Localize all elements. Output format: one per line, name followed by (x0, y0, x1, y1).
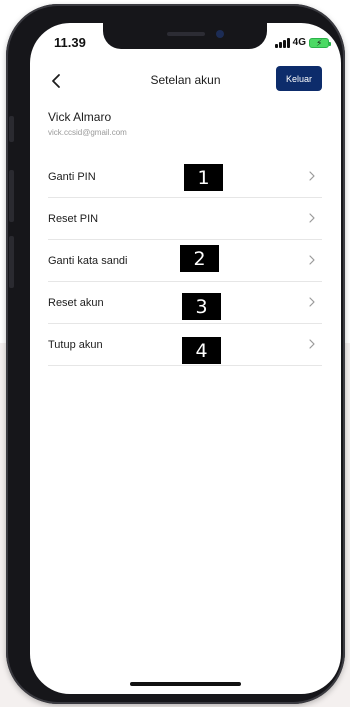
chevron-right-icon (309, 213, 315, 223)
annotation-badge-1: 1 (184, 164, 223, 191)
screen: 11.39 4G ⚡ Setelan akun Keluar Vick Alma… (30, 23, 341, 694)
profile-email: vick.ccsid@gmail.com (48, 128, 127, 137)
annotation-badge-2: 2 (180, 245, 219, 272)
mute-switch (9, 116, 14, 142)
chevron-right-icon (309, 171, 315, 181)
notch (103, 23, 267, 49)
battery-icon: ⚡ (309, 37, 331, 48)
volume-down-button (9, 236, 14, 288)
speaker (167, 32, 205, 36)
network-type: 4G (292, 37, 306, 48)
menu-item-label: Tutup akun (48, 338, 103, 351)
header: Setelan akun Keluar (30, 65, 341, 97)
profile-info: Vick Almaro vick.ccsid@gmail.com (48, 110, 127, 137)
phone-frame: 11.39 4G ⚡ Setelan akun Keluar Vick Alma… (6, 4, 345, 704)
charging-icon: ⚡ (316, 37, 323, 48)
status-indicators: 4G ⚡ (274, 37, 331, 48)
chevron-right-icon (309, 255, 315, 265)
annotation-badge-4: 4 (182, 337, 221, 364)
signal-icon (274, 37, 290, 48)
annotation-badge-3: 3 (182, 293, 221, 320)
profile-name: Vick Almaro (48, 110, 112, 124)
menu-item-label: Reset PIN (48, 212, 99, 225)
menu-item-label: Reset akun (48, 296, 104, 309)
chevron-right-icon (309, 339, 315, 349)
home-indicator[interactable] (130, 682, 241, 686)
status-time: 11.39 (54, 35, 86, 50)
menu-item-label: Ganti PIN (48, 170, 96, 183)
chevron-right-icon (309, 297, 315, 307)
menu-item-reset-pin[interactable]: Reset PIN (48, 198, 322, 240)
camera (216, 30, 224, 38)
logout-button[interactable]: Keluar (276, 66, 322, 91)
menu-item-label: Ganti kata sandi (48, 254, 128, 267)
volume-up-button (9, 170, 14, 222)
